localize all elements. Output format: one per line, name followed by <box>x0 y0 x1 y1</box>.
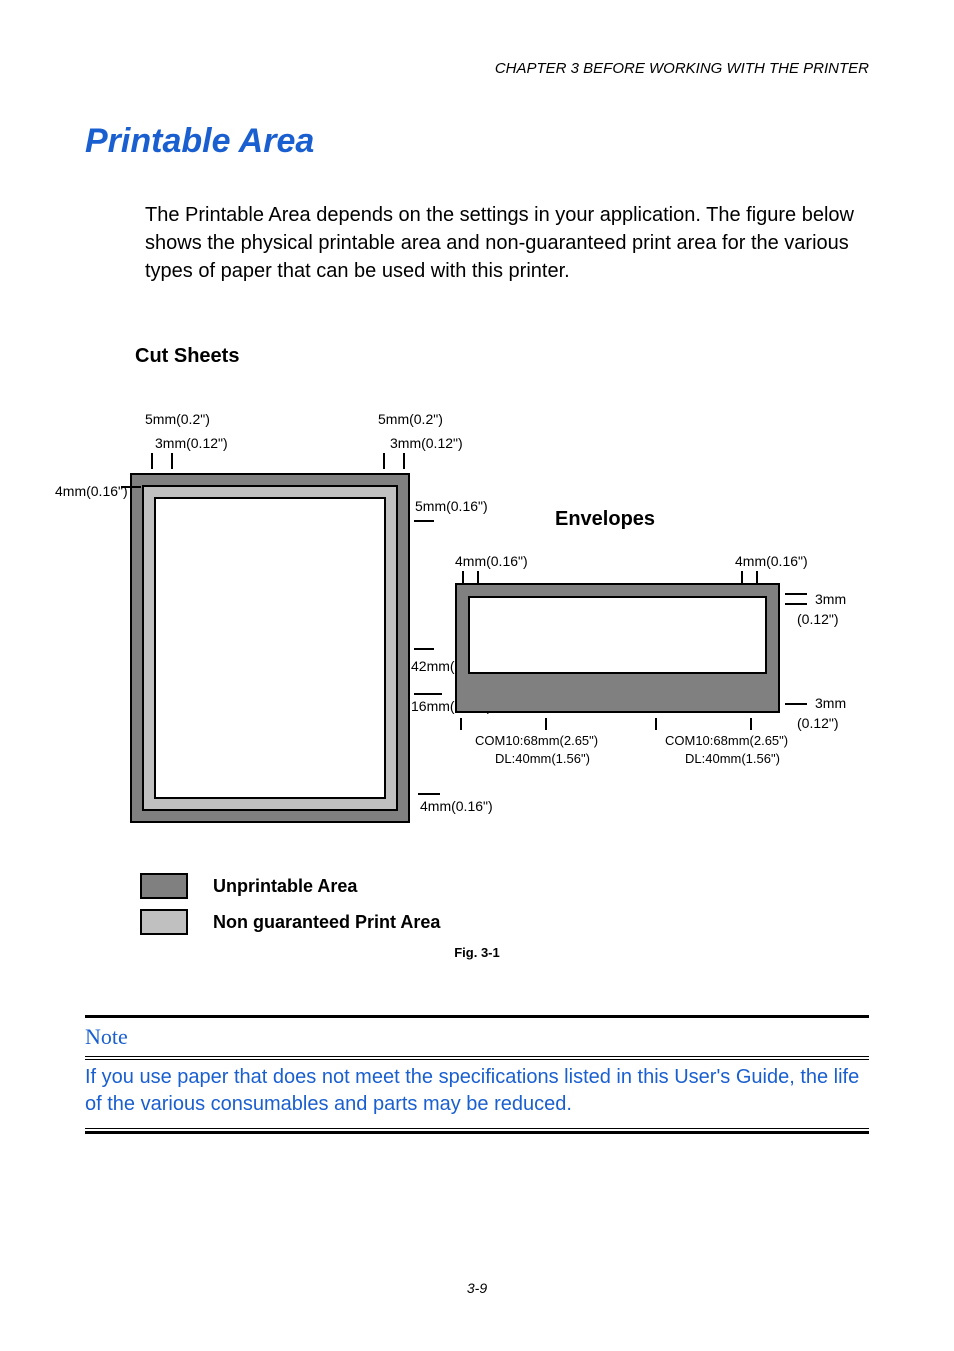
page-number: 3-9 <box>0 1280 954 1296</box>
legend: Unprintable Area Non guaranteed Print Ar… <box>85 873 869 935</box>
dim-s2-top-outer: 5mm(0.2") <box>378 411 443 427</box>
env-right-3mm-2: 3mm <box>815 695 846 711</box>
envelopes-heading: Envelopes <box>555 508 655 531</box>
chapter-header: CHAPTER 3 BEFORE WORKING WITH THE PRINTE… <box>85 60 869 77</box>
env-bottom-r1: COM10:68mm(2.65") <box>665 733 788 748</box>
intro-paragraph: The Printable Area depends on the settin… <box>145 201 869 285</box>
note-label: Note <box>85 1024 869 1050</box>
dim-s-top-inner: 3mm(0.12") <box>155 435 228 451</box>
env-right-3mm-1: 3mm <box>815 591 846 607</box>
dim-s-left: 4mm(0.16") <box>55 483 128 499</box>
env-right-3mm-1b: (0.12") <box>797 611 839 627</box>
dim-s2-top-inner: 3mm(0.12") <box>390 435 463 451</box>
cutsheet-inner-rect <box>154 497 386 799</box>
env-right-top: 4mm(0.16") <box>735 553 808 569</box>
env-bottom-r2: DL:40mm(1.56") <box>685 751 780 766</box>
env-left-top: 4mm(0.16") <box>455 553 528 569</box>
legend-unprintable-label: Unprintable Area <box>213 876 357 897</box>
page-title: Printable Area <box>85 122 869 161</box>
legend-swatch-nonguaranteed <box>140 909 188 935</box>
cut-sheets-heading: Cut Sheets <box>135 345 869 368</box>
env-bottom-l2: DL:40mm(1.56") <box>495 751 590 766</box>
dim-s2-bottom: 4mm(0.16") <box>420 798 493 814</box>
env-bottom-l1: COM10:68mm(2.65") <box>475 733 598 748</box>
dim-s-top-outer: 5mm(0.2") <box>145 411 210 427</box>
env-right-3mm-2b: (0.12") <box>797 715 839 731</box>
printable-area-diagram: 5mm(0.2") 3mm(0.12") 4mm(0.16") 5mm(0.2"… <box>85 393 869 863</box>
note-body: If you use paper that does not meet the … <box>85 1064 869 1118</box>
legend-swatch-unprintable <box>140 873 188 899</box>
dim-s2-left: 5mm(0.16") <box>415 498 488 514</box>
legend-nonguaranteed-label: Non guaranteed Print Area <box>213 912 440 933</box>
figure-caption: Fig. 3-1 <box>85 945 869 960</box>
envelope-inner-rect <box>468 596 767 674</box>
